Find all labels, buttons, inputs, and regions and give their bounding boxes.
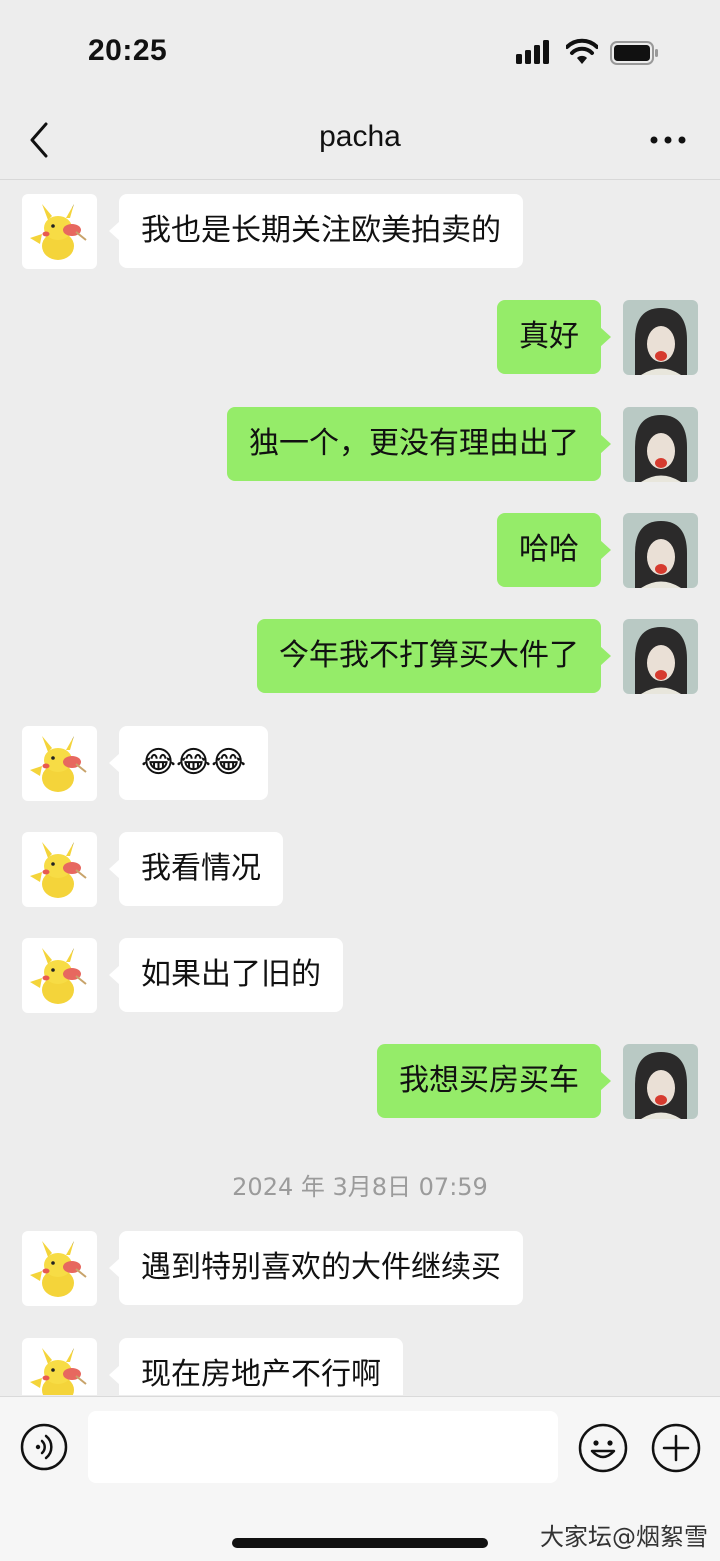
portrait-avatar-icon: [623, 407, 698, 482]
home-indicator[interactable]: [232, 1538, 488, 1548]
avatar-self[interactable]: [623, 1044, 698, 1119]
message-bubble[interactable]: 今年我不打算买大件了: [257, 619, 611, 693]
message-bubble[interactable]: 遇到特别喜欢的大件继续买: [109, 1231, 523, 1305]
message-row: 今年我不打算买大件了: [0, 619, 720, 695]
message-bubble[interactable]: 我也是长期关注欧美拍卖的: [109, 194, 523, 268]
message-row: 如果出了旧的: [0, 938, 720, 1014]
pikachu-avatar-icon: [30, 1241, 87, 1297]
avatar-self[interactable]: [623, 407, 698, 482]
message-bubble[interactable]: 我想买房买车: [377, 1044, 611, 1118]
pikachu-avatar-icon: [30, 204, 87, 260]
emoji-icon[interactable]: [578, 1423, 628, 1473]
message-bubble[interactable]: 真好: [497, 300, 611, 374]
message-bubble[interactable]: 如果出了旧的: [109, 938, 343, 1012]
wifi-icon: [566, 38, 598, 64]
avatar-contact[interactable]: [22, 194, 97, 269]
message-bubble[interactable]: 现在房地产不行啊: [109, 1338, 403, 1395]
message-row: 独一个，更没有理由出了: [0, 407, 720, 483]
avatar-contact[interactable]: [22, 1338, 97, 1395]
pikachu-avatar-icon: [30, 948, 87, 1004]
portrait-avatar-icon: [623, 300, 698, 375]
avatar-contact[interactable]: [22, 938, 97, 1013]
pikachu-avatar-icon: [30, 1348, 87, 1395]
pikachu-avatar-icon: [30, 842, 87, 898]
message-row: 哈哈: [0, 513, 720, 589]
battery-icon: [610, 41, 658, 65]
portrait-avatar-icon: [623, 1044, 698, 1119]
portrait-avatar-icon: [623, 513, 698, 588]
message-row: 我看情况: [0, 832, 720, 908]
message-bubble[interactable]: 😂😂😂: [108, 726, 269, 800]
avatar-contact[interactable]: [22, 832, 97, 907]
more-options-icon[interactable]: [646, 126, 690, 154]
input-bar: 大家坛@烟絮雪: [0, 1396, 720, 1561]
avatar-contact[interactable]: [22, 726, 97, 801]
status-time: 20:25: [88, 34, 168, 67]
avatar-self[interactable]: [623, 619, 698, 694]
message-bubble[interactable]: 独一个，更没有理由出了: [227, 407, 611, 481]
message-row: 我也是长期关注欧美拍卖的: [0, 194, 720, 270]
avatar-self[interactable]: [623, 300, 698, 375]
message-row: 遇到特别喜欢的大件继续买: [0, 1231, 720, 1307]
portrait-avatar-icon: [623, 619, 698, 694]
message-bubble[interactable]: 我看情况: [109, 832, 283, 906]
message-row: 我想买房买车: [0, 1044, 720, 1120]
message-row: 现在房地产不行啊: [0, 1338, 720, 1395]
cellular-signal-icon: [516, 40, 549, 64]
watermark: 大家坛@烟絮雪: [540, 1523, 708, 1551]
message-bubble[interactable]: 哈哈: [497, 513, 611, 587]
pikachu-avatar-icon: [30, 736, 87, 792]
nav-bar: pacha: [0, 100, 720, 180]
message-row: 😂😂😂: [0, 726, 720, 802]
chat-timestamp: 2024 年 3月8日 07:59: [232, 1173, 488, 1201]
chat-title: pacha: [319, 120, 401, 153]
avatar-contact[interactable]: [22, 1231, 97, 1306]
status-bar: 20:25: [0, 0, 720, 100]
plus-icon[interactable]: [651, 1423, 701, 1473]
message-input[interactable]: [88, 1411, 558, 1483]
message-row: 真好: [0, 300, 720, 376]
chat-messages[interactable]: 我也是长期关注欧美拍卖的 真好 独一个，更没有理由出了 哈哈 今年我不打算买大件…: [0, 181, 720, 1395]
avatar-self[interactable]: [623, 513, 698, 588]
voice-input-icon[interactable]: [20, 1423, 68, 1471]
